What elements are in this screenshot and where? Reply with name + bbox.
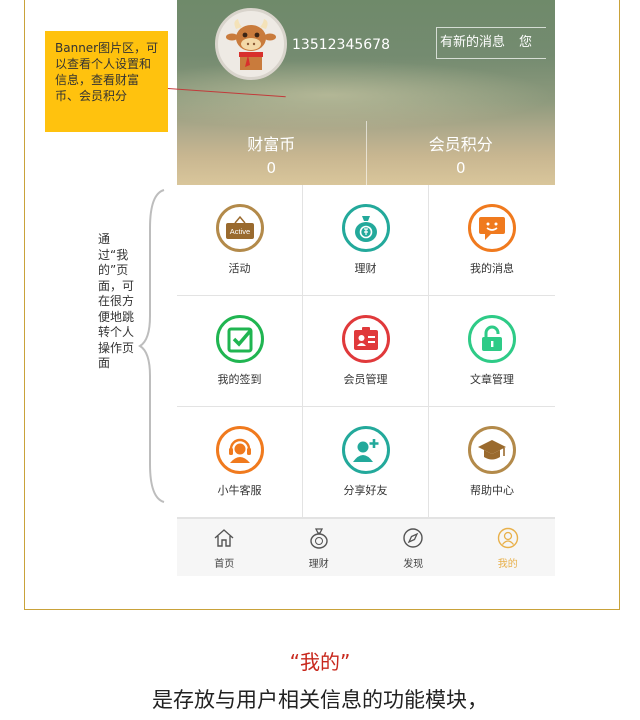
- money-bag-icon: [341, 204, 390, 252]
- grid-item-activity[interactable]: Active 活动: [177, 185, 303, 296]
- tab-label: 首页: [214, 559, 235, 570]
- grid-item-finance[interactable]: 理财: [303, 185, 429, 296]
- mine-page-side-note: 通过“我的”页面，可在很方便地跳转个人操作页面: [98, 232, 135, 370]
- banner-callout: Banner图片区，可以查看个人设置和信息，查看财富币、会员积分: [45, 31, 168, 132]
- stat-label: 财富币: [247, 135, 296, 154]
- stat-wealth-coin[interactable]: 财富币 0: [177, 121, 366, 185]
- phone-screen: 13512345678 有新的消息您 财富币 0 会员积分 0 Active 活…: [177, 0, 555, 576]
- tab-home[interactable]: 首页: [177, 519, 272, 576]
- grid-item-label: 会员管理: [343, 373, 388, 386]
- money-bag-icon: [310, 528, 328, 549]
- stat-value: 0: [266, 159, 277, 177]
- grid-item-checkin[interactable]: 我的签到: [177, 296, 303, 407]
- grid-item-label: 小牛客服: [217, 484, 262, 497]
- tab-discover[interactable]: 发现: [366, 519, 461, 576]
- active-badge-icon: Active: [215, 204, 264, 252]
- stat-label: 会员积分: [428, 135, 493, 154]
- grid-item-help-center[interactable]: 帮助中心: [429, 407, 555, 518]
- tab-mine[interactable]: 我的: [461, 519, 556, 576]
- user-icon: [497, 527, 518, 549]
- lock-icon: [468, 315, 516, 363]
- grid-item-label: 理财: [354, 262, 377, 275]
- avatar[interactable]: [215, 8, 287, 80]
- caption-title: “我的”: [289, 650, 351, 674]
- tab-label: 我的: [497, 559, 518, 570]
- grid-item-member-management[interactable]: 会员管理: [303, 296, 429, 407]
- add-friend-icon: [341, 426, 390, 474]
- left-brace-icon: [138, 189, 165, 503]
- grid-item-customer-service[interactable]: 小牛客服: [177, 407, 303, 518]
- grid-item-label: 文章管理: [470, 373, 514, 386]
- grid-item-label: 我的签到: [217, 373, 262, 386]
- tab-finance[interactable]: 理财: [272, 519, 367, 576]
- graduation-cap-icon: [468, 426, 516, 474]
- bottom-tab-bar: 首页 理财 发现 我的: [177, 518, 555, 576]
- tab-label: 理财: [308, 559, 329, 570]
- grid-item-label: 分享好友: [343, 484, 388, 497]
- member-card-icon: [341, 315, 390, 363]
- message-tail: 您: [519, 35, 533, 50]
- compass-icon: [403, 528, 423, 548]
- grid-item-label: 我的消息: [470, 262, 514, 275]
- stat-member-points[interactable]: 会员积分 0: [365, 121, 556, 185]
- cow-mascot-icon: [218, 11, 284, 77]
- grid-item-article-management[interactable]: 文章管理: [429, 296, 555, 407]
- grid-item-label: 活动: [228, 262, 251, 275]
- active-badge-text: Active: [229, 227, 249, 236]
- grid-item-share-friends[interactable]: 分享好友: [303, 407, 429, 518]
- message-ticker[interactable]: 有新的消息您: [436, 27, 546, 59]
- chat-bubble-icon: [468, 204, 516, 252]
- headset-agent-icon: [215, 426, 264, 474]
- message-notice: 有新的消息: [440, 35, 506, 50]
- grid-item-my-messages[interactable]: 我的消息: [429, 185, 555, 296]
- home-icon: [214, 529, 234, 547]
- stats-bar: 财富币 0 会员积分 0: [177, 121, 555, 185]
- caption-subtitle: 是存放与用户相关信息的功能模块，: [152, 688, 488, 712]
- grid-item-label: 帮助中心: [470, 484, 514, 497]
- tab-label: 发现: [403, 559, 424, 570]
- phone-number: 13512345678: [292, 37, 390, 53]
- checkbox-icon: [215, 315, 264, 363]
- function-grid: Active 活动 理财 我的消息 我的签到 会员管理 文章管理 小牛客服 分享…: [177, 185, 555, 518]
- stat-value: 0: [455, 159, 466, 177]
